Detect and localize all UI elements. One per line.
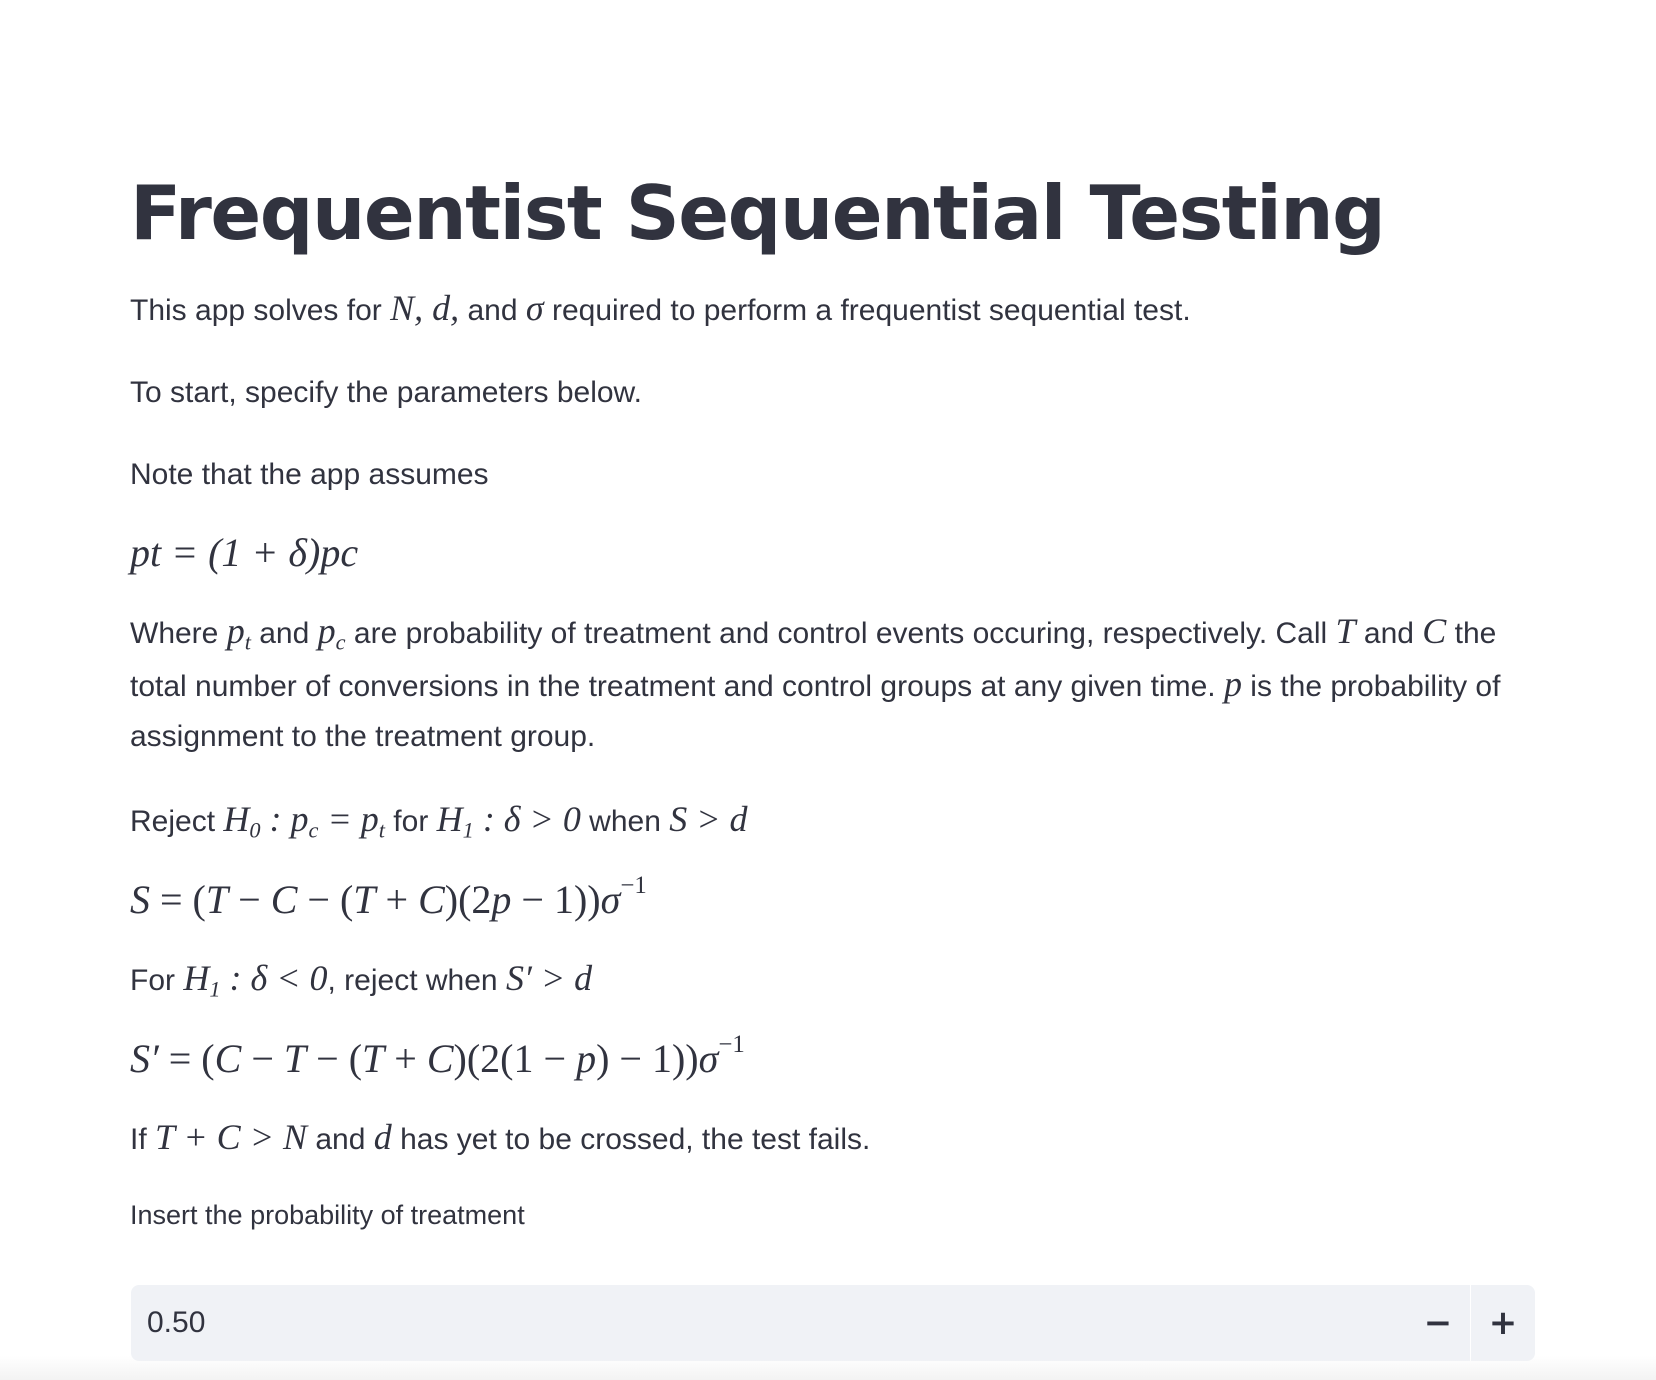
- explanation-probs: are probability of treatment and control…: [353, 617, 1328, 650]
- intro-text-c: required to perform a frequentist sequen…: [543, 294, 1191, 327]
- alt-negative-paragraph: For H1 : δ < 0, reject when S′ > d: [130, 953, 1535, 1006]
- fail-var-d: d: [373, 1117, 392, 1157]
- explanation-and1: and: [259, 617, 310, 650]
- null-hypothesis: H0 : pc = pt: [223, 799, 385, 843]
- explanation-where: Where: [130, 617, 219, 650]
- explanation-paragraph: Where pt and pc are probability of treat…: [130, 606, 1535, 762]
- s-statistic-equation: S = (T − C − (T + C)(2p − 1))σ−1: [130, 872, 647, 922]
- reject-when-word: when: [589, 805, 661, 838]
- intro-text-b: and: [459, 294, 526, 327]
- intro-sigma: σ: [525, 288, 544, 328]
- alt-reject-condition: S′ > d: [505, 958, 593, 998]
- increment-button[interactable]: +: [1471, 1285, 1535, 1361]
- reject-paragraph: Reject H0 : pc = pt for H1 : δ > 0 when …: [130, 794, 1535, 847]
- probability-number-input: − +: [131, 1285, 1535, 1361]
- explanation-and2: and: [1363, 617, 1414, 650]
- page-title: Frequentist Sequential Testing: [130, 169, 1386, 257]
- reject-for-word: for: [393, 805, 429, 838]
- alt-hypothesis-negative: H1 : δ < 0: [183, 958, 328, 1002]
- intro-text-a: This app solves for: [130, 294, 391, 327]
- start-paragraph: To start, specify the parameters below.: [130, 376, 642, 409]
- var-pc: pc: [317, 611, 346, 655]
- fail-rest: has yet to be crossed, the test fails.: [400, 1123, 871, 1156]
- assumption-equation: pt = (1 + δ)pc: [130, 528, 1535, 578]
- alt-reject-when: , reject when: [327, 964, 498, 997]
- decrement-button[interactable]: −: [1406, 1285, 1470, 1361]
- fail-and-word: and: [315, 1123, 366, 1156]
- var-C: C: [1422, 611, 1447, 651]
- assumption-equation-text: pt = (1 + δ)pc: [130, 530, 359, 575]
- intro-paragraph: This app solves for N, d, and σ required…: [130, 283, 1535, 336]
- alt-for-word: For: [130, 964, 175, 997]
- intro-vars: N, d,: [390, 288, 460, 328]
- fail-if-word: If: [130, 1123, 147, 1156]
- probability-input-label: Insert the probability of treatment: [130, 1200, 525, 1230]
- fail-paragraph: If T + C > N and d has yet to be crossed…: [130, 1112, 1535, 1165]
- main-content: Frequentist Sequential Testing This app …: [130, 165, 1535, 1235]
- probability-input-field[interactable]: [131, 1285, 1406, 1361]
- fail-condition: T + C > N: [155, 1117, 307, 1157]
- reject-condition: S > d: [669, 799, 748, 839]
- alt-hypothesis-positive: H1 : δ > 0: [436, 799, 581, 843]
- s-prime-statistic-equation: S′ = (C − T − (T + C)(2(1 − p) − 1))σ−1: [130, 1031, 745, 1081]
- var-T: T: [1335, 611, 1356, 651]
- assumes-paragraph: Note that the app assumes: [130, 458, 489, 491]
- var-pt: pt: [226, 611, 251, 655]
- reject-word: Reject: [130, 805, 216, 838]
- var-p: p: [1223, 664, 1242, 704]
- bottom-fade: [0, 1356, 1656, 1380]
